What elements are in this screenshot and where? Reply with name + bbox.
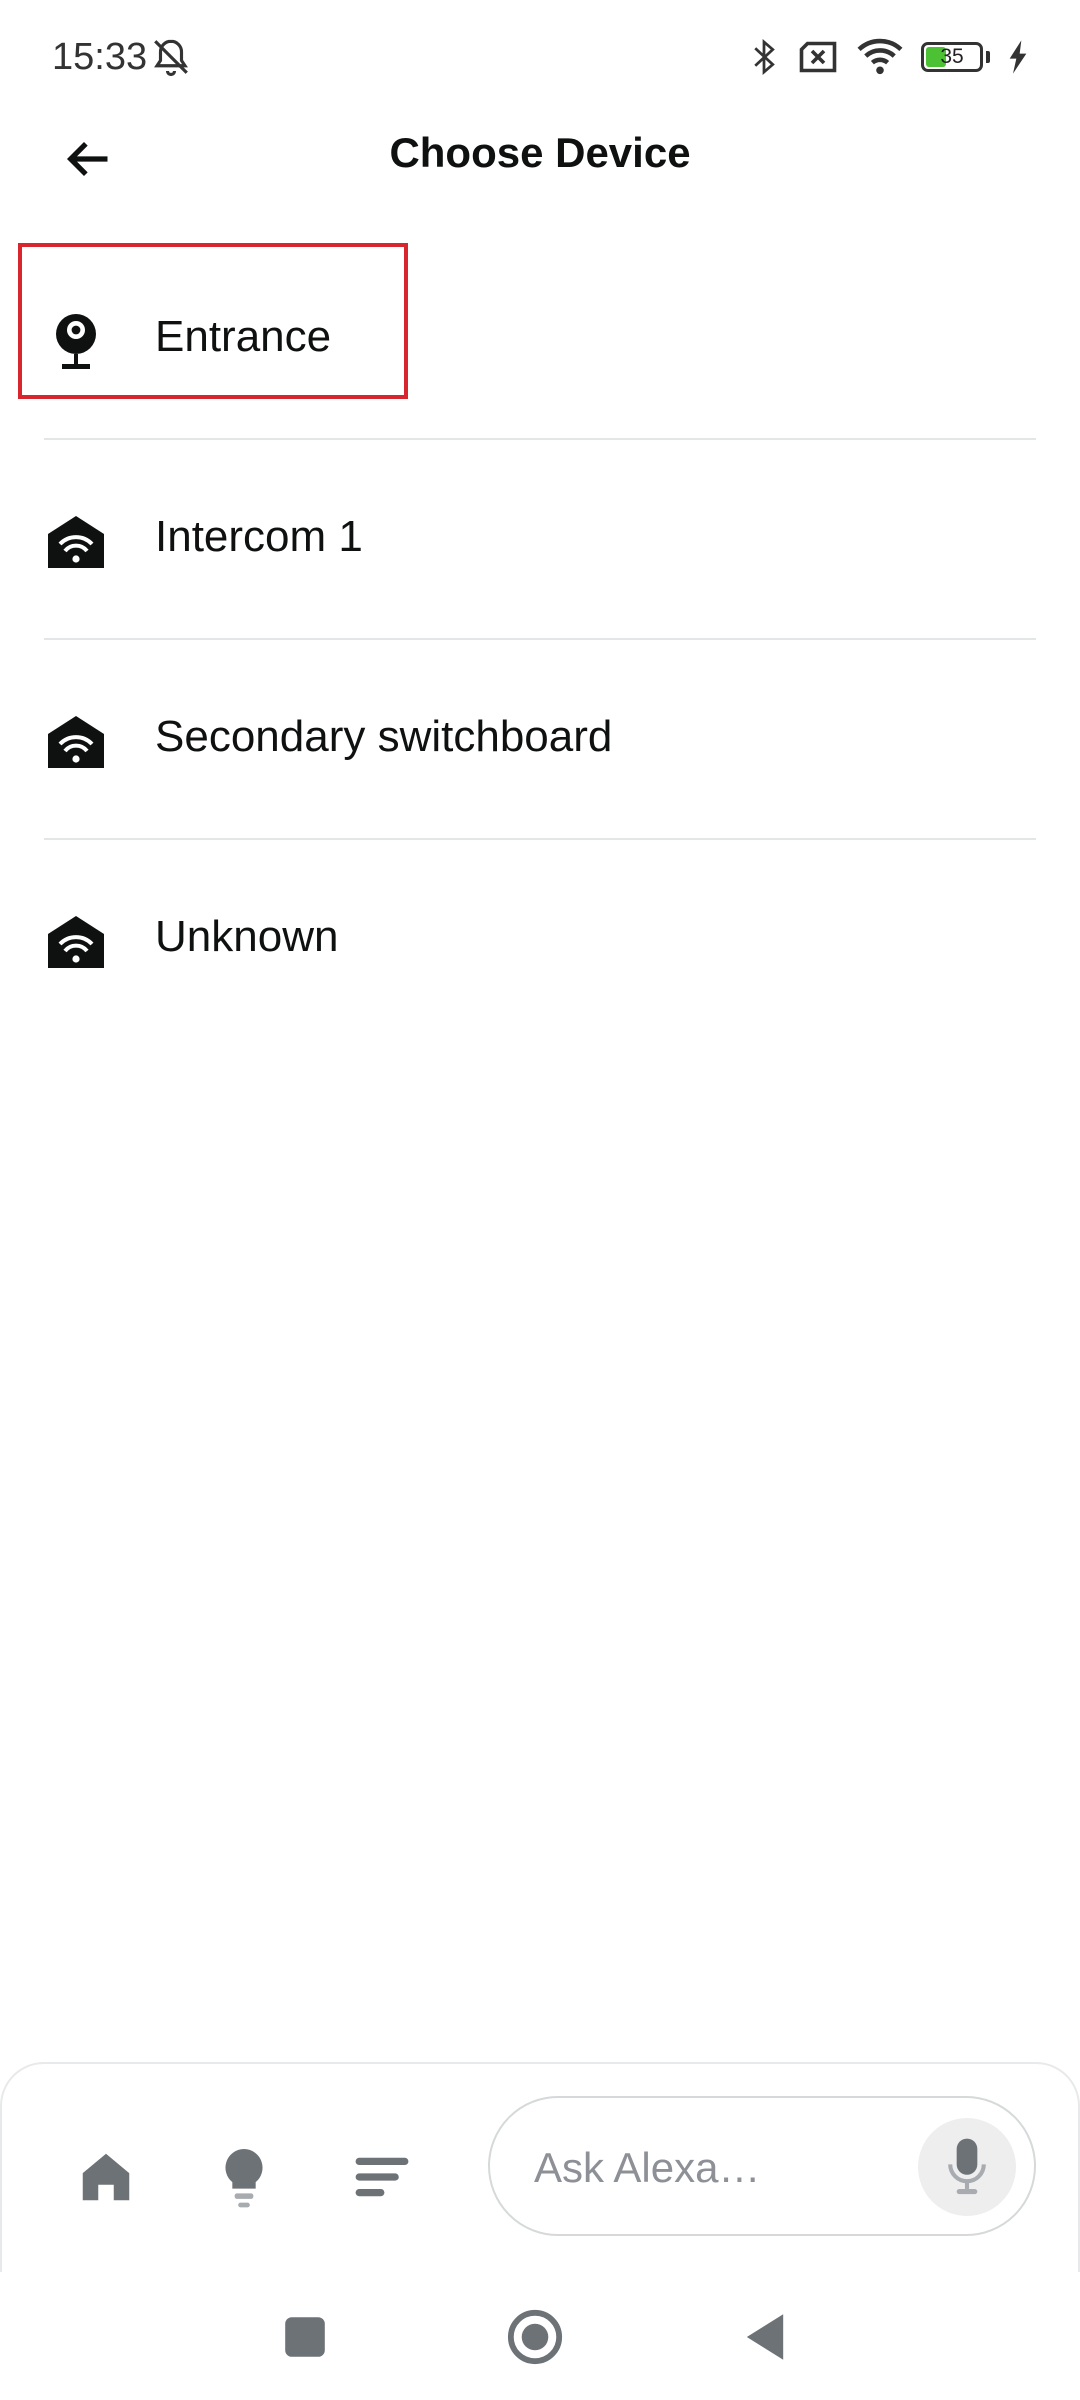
device-list: Entrance Intercom 1 Secondary switchboar… <box>0 240 1080 1040</box>
system-nav-bar <box>0 2272 1080 2400</box>
status-icons: 35 <box>749 34 1028 80</box>
recents-button[interactable] <box>270 2302 340 2372</box>
charging-icon <box>1009 40 1027 74</box>
mic-button[interactable] <box>918 2118 1016 2216</box>
wifi-house-icon <box>48 716 104 768</box>
recents-icon <box>285 2317 325 2357</box>
device-label: Entrance <box>155 312 332 361</box>
battery-tip <box>986 51 990 63</box>
wifi-house-icon <box>48 516 104 568</box>
devices-button[interactable] <box>210 2142 278 2212</box>
device-item-intercom-1[interactable]: Intercom 1 <box>0 440 1080 640</box>
home-button[interactable] <box>72 2142 140 2212</box>
camera-icon <box>56 314 96 369</box>
battery-icon: 35 <box>921 42 983 72</box>
bluetooth-icon <box>754 39 775 75</box>
system-back-button[interactable] <box>730 2302 800 2372</box>
page-title: Choose Device <box>389 129 691 176</box>
device-item-entrance[interactable]: Entrance <box>0 240 1080 440</box>
lightbulb-icon <box>225 2149 263 2208</box>
wifi-house-icon <box>48 916 104 968</box>
home-icon <box>82 2153 130 2201</box>
bell-muted-icon <box>154 39 188 77</box>
home-circle-icon <box>507 2309 563 2365</box>
menu-lines-icon <box>355 2157 409 2197</box>
device-label: Secondary switchboard <box>155 712 613 761</box>
battery-level: 35 <box>940 45 964 68</box>
bottom-bar: Ask Alexa… <box>0 2062 1080 2272</box>
device-label: Intercom 1 <box>155 512 363 561</box>
sim-disabled-icon <box>799 41 837 73</box>
microphone-icon <box>948 2138 986 2195</box>
device-item-unknown[interactable]: Unknown <box>0 840 1080 1040</box>
system-home-button[interactable] <box>500 2302 570 2372</box>
device-item-secondary-switchboard[interactable]: Secondary switchboard <box>0 640 1080 840</box>
ask-alexa-placeholder: Ask Alexa… <box>534 2144 761 2191</box>
wifi-icon <box>857 38 903 75</box>
device-label: Unknown <box>155 912 339 961</box>
back-triangle-icon <box>746 2314 784 2360</box>
status-time: 15:33 <box>52 36 148 78</box>
status-bar: 15:33 35 <box>0 0 1080 115</box>
more-button[interactable] <box>348 2142 416 2212</box>
ask-alexa-input[interactable]: Ask Alexa… <box>488 2096 1036 2236</box>
